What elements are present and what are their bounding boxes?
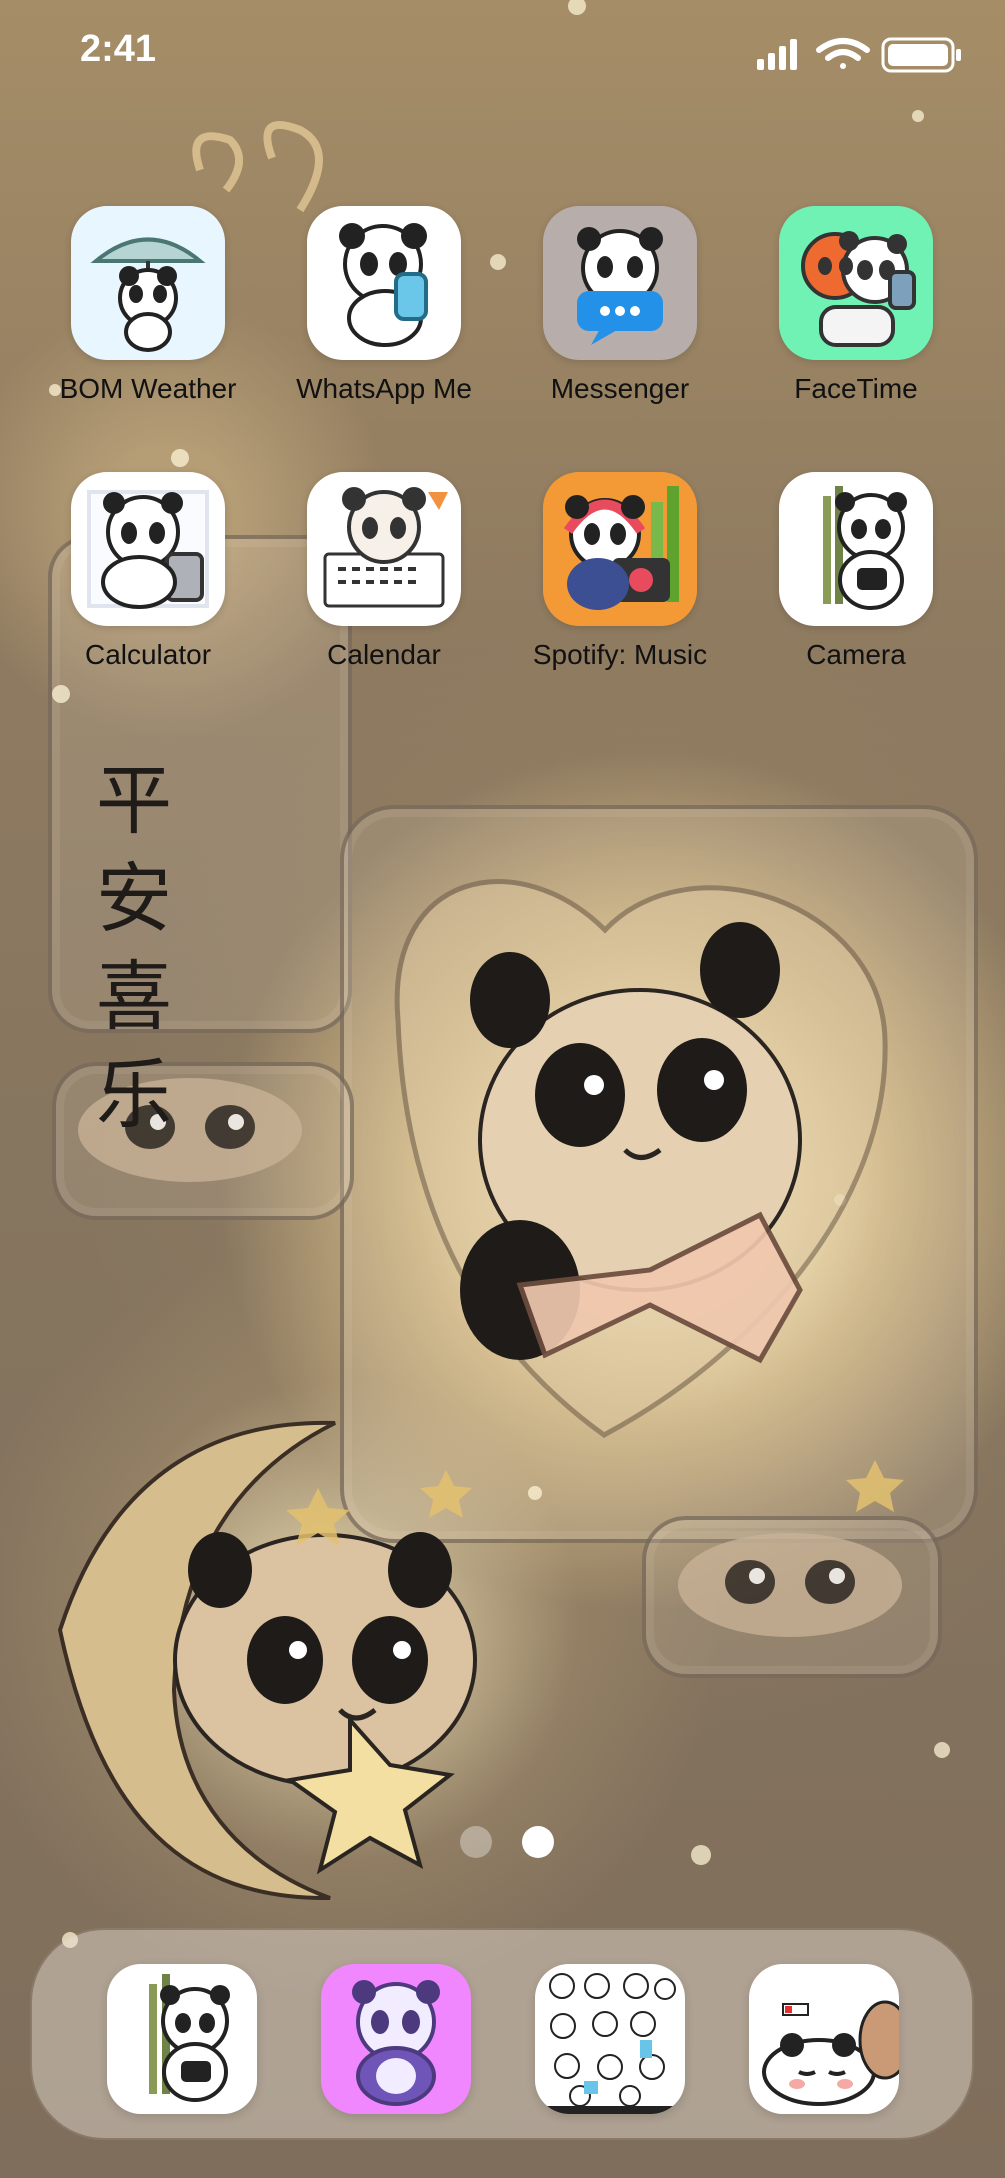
panda-red-panda-selfie-icon — [779, 206, 933, 360]
app-label: Calendar — [327, 639, 441, 670]
app-calendar[interactable]: Calendar — [264, 472, 504, 672]
app-bom-weather[interactable]: BOM Weather — [28, 206, 268, 406]
wallpaper-chinese-text: 平 安 喜 乐 — [96, 752, 296, 1144]
panda-camera-icon — [779, 472, 933, 626]
app-label: Camera — [806, 639, 906, 670]
app-camera[interactable]: Camera — [736, 472, 976, 672]
app-label: FaceTime — [794, 373, 918, 404]
sleeping-panda-dock-icon[interactable] — [749, 1964, 899, 2114]
panda-camera-dock-icon[interactable] — [107, 1964, 257, 2114]
app-label: WhatsApp Me — [296, 373, 472, 404]
panda-calendar-icon — [307, 472, 461, 626]
panda-chat-icon — [543, 206, 697, 360]
page-dot-1[interactable] — [460, 1826, 492, 1858]
page-dot-2[interactable] — [522, 1826, 554, 1858]
app-facetime[interactable]: FaceTime — [736, 206, 976, 406]
app-messenger[interactable]: Messenger — [500, 206, 740, 406]
wallpaper-text-line-1: 平 安 — [96, 756, 210, 943]
app-calculator[interactable]: Calculator — [28, 472, 268, 672]
app-whatsapp[interactable]: WhatsApp Me — [264, 206, 504, 406]
app-label: Messenger — [550, 373, 690, 404]
panda-radio-icon — [543, 472, 697, 626]
app-label: Calculator — [84, 639, 212, 670]
app-label: Spotify: Music — [532, 639, 708, 670]
panda-calculator-icon — [71, 472, 225, 626]
page-indicator[interactable] — [460, 1826, 560, 1862]
purple-panda-dock-icon[interactable] — [321, 1964, 471, 2114]
wallpaper-text-line-2: 喜 乐 — [96, 952, 210, 1139]
app-spotify[interactable]: Spotify: Music — [500, 472, 740, 672]
panda-umbrella-icon — [71, 206, 225, 360]
app-label: BOM Weather — [59, 373, 237, 404]
panda-phone-icon — [307, 206, 461, 360]
panda-stickers-dock-icon[interactable] — [535, 1964, 685, 2114]
